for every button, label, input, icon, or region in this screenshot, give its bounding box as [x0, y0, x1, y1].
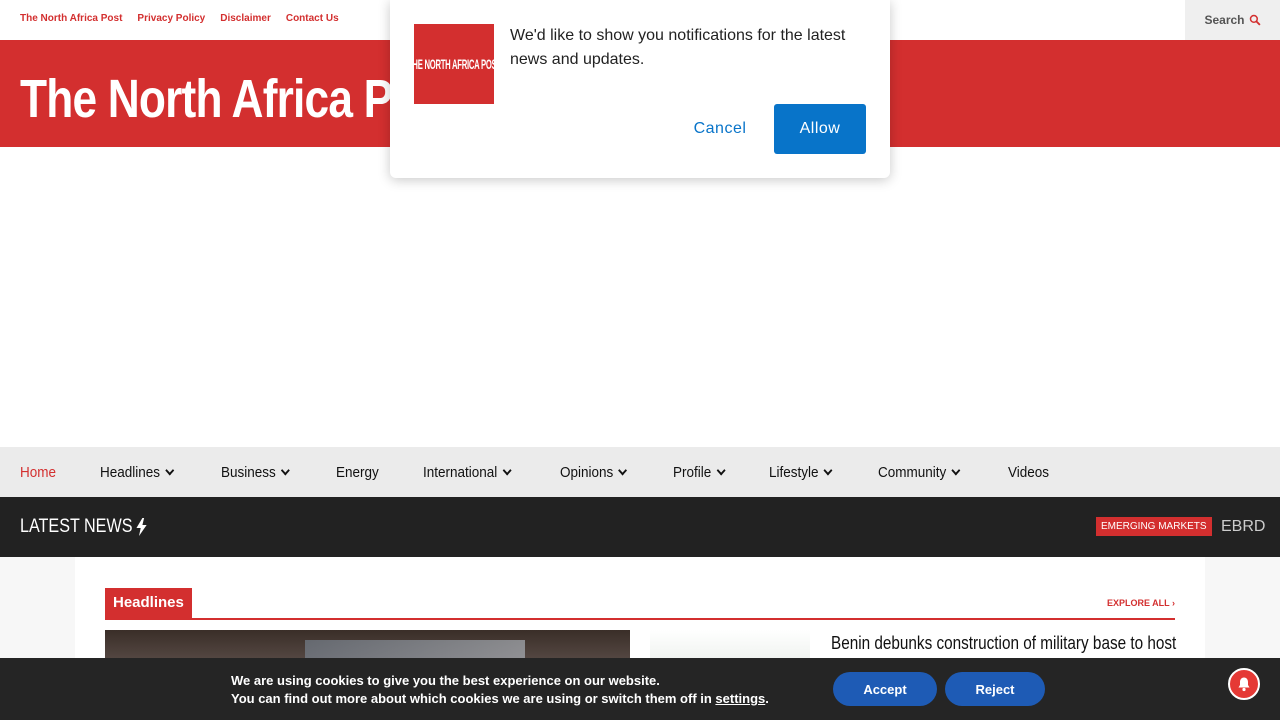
cookie-message: We are using cookies to give you the bes…: [231, 672, 769, 708]
chevron-down-icon: [502, 465, 512, 475]
chevron-down-icon: [617, 465, 627, 475]
nav-item-energy[interactable]: Energy: [336, 464, 379, 481]
cookie-line-2-suffix: .: [765, 691, 769, 706]
main-nav: Home Headlines Business Energy Internati…: [0, 447, 1280, 497]
cookie-line-1: We are using cookies to give you the bes…: [231, 673, 660, 688]
cookie-settings-link[interactable]: settings: [715, 691, 765, 706]
nav-label: Videos: [1008, 463, 1050, 481]
nav-item-headlines[interactable]: Headlines: [100, 463, 174, 481]
ticker-label: LATEST NEWS: [20, 516, 148, 538]
nav-item-lifestyle[interactable]: Lifestyle: [769, 463, 833, 481]
logo-text: THE NORTH AFRICA POST: [407, 56, 501, 72]
cancel-button[interactable]: Cancel: [670, 104, 770, 154]
top-link-home[interactable]: The North Africa Post: [20, 13, 122, 24]
reject-button[interactable]: Reject: [945, 672, 1045, 706]
top-link-contact[interactable]: Contact Us: [286, 13, 339, 24]
search-label: Search: [1204, 13, 1245, 27]
top-links: The North Africa Post Privacy Policy Dis…: [20, 13, 339, 24]
nav-item-profile[interactable]: Profile: [672, 463, 726, 481]
notification-message: We'd like to show you notifications for …: [510, 27, 846, 68]
nav-item-business[interactable]: Business: [220, 463, 290, 481]
ticker-category-badge[interactable]: EMERGING MARKETS: [1096, 517, 1212, 536]
article-headline[interactable]: Benin debunks construction of military b…: [831, 633, 1176, 654]
cookie-line-2-text: You can find out more about which cookie…: [231, 691, 716, 706]
nav-item-opinions[interactable]: Opinions: [559, 463, 627, 481]
nav-item-community[interactable]: Community: [878, 463, 961, 481]
accept-button[interactable]: Accept: [833, 672, 937, 706]
cookie-line-2: You can find out more about which cookie…: [231, 690, 769, 708]
nav-label: Business: [220, 463, 276, 481]
nav-label: Opinions: [559, 463, 613, 481]
section-title[interactable]: Headlines: [105, 588, 192, 618]
nav-item-home[interactable]: Home: [20, 464, 56, 481]
notification-bell-button[interactable]: [1228, 668, 1260, 700]
latest-news-ticker: LATEST NEWS EMERGING MARKETS EBRD: [0, 497, 1280, 557]
explore-all-label: EXPLORE ALL: [1106, 598, 1170, 608]
nav-label: Headlines: [100, 463, 161, 481]
top-link-privacy[interactable]: Privacy Policy: [137, 13, 205, 24]
section-header: Headlines EXPLORE ALL ›: [105, 588, 1175, 620]
chevron-down-icon: [165, 465, 174, 475]
chevron-down-icon: [716, 465, 726, 475]
top-link-disclaimer[interactable]: Disclaimer: [220, 13, 271, 24]
site-logo: THE NORTH AFRICA POST: [408, 24, 501, 104]
bell-icon: [1238, 677, 1250, 692]
nav-label: Lifestyle: [769, 463, 819, 481]
push-notification-prompt: THE NORTH AFRICA POST We'd like to show …: [390, 0, 890, 178]
nav-label: Community: [878, 463, 947, 481]
ticker-label-text: LATEST NEWS: [20, 516, 133, 537]
nav-label: International: [423, 463, 498, 481]
nav-item-videos[interactable]: Videos: [1008, 464, 1049, 481]
search-button[interactable]: Search: [1185, 0, 1280, 40]
nav-label: Profile: [672, 463, 712, 481]
ticker-headline[interactable]: EBRD: [1221, 518, 1265, 536]
search-icon: [1249, 14, 1261, 26]
nav-label: Home: [20, 463, 57, 481]
chevron-down-icon: [951, 465, 961, 475]
explore-all-link[interactable]: EXPLORE ALL ›: [1107, 598, 1175, 608]
ad-area: [0, 147, 1280, 447]
chevron-right-icon: ›: [1172, 598, 1175, 608]
lightning-icon: [136, 518, 147, 536]
cookie-consent-bar: We are using cookies to give you the bes…: [0, 658, 1280, 720]
nav-item-international[interactable]: International: [423, 463, 512, 481]
nav-label: Energy: [335, 463, 379, 481]
chevron-down-icon: [823, 465, 833, 475]
chevron-down-icon: [280, 465, 290, 475]
allow-button[interactable]: Allow: [774, 104, 866, 154]
